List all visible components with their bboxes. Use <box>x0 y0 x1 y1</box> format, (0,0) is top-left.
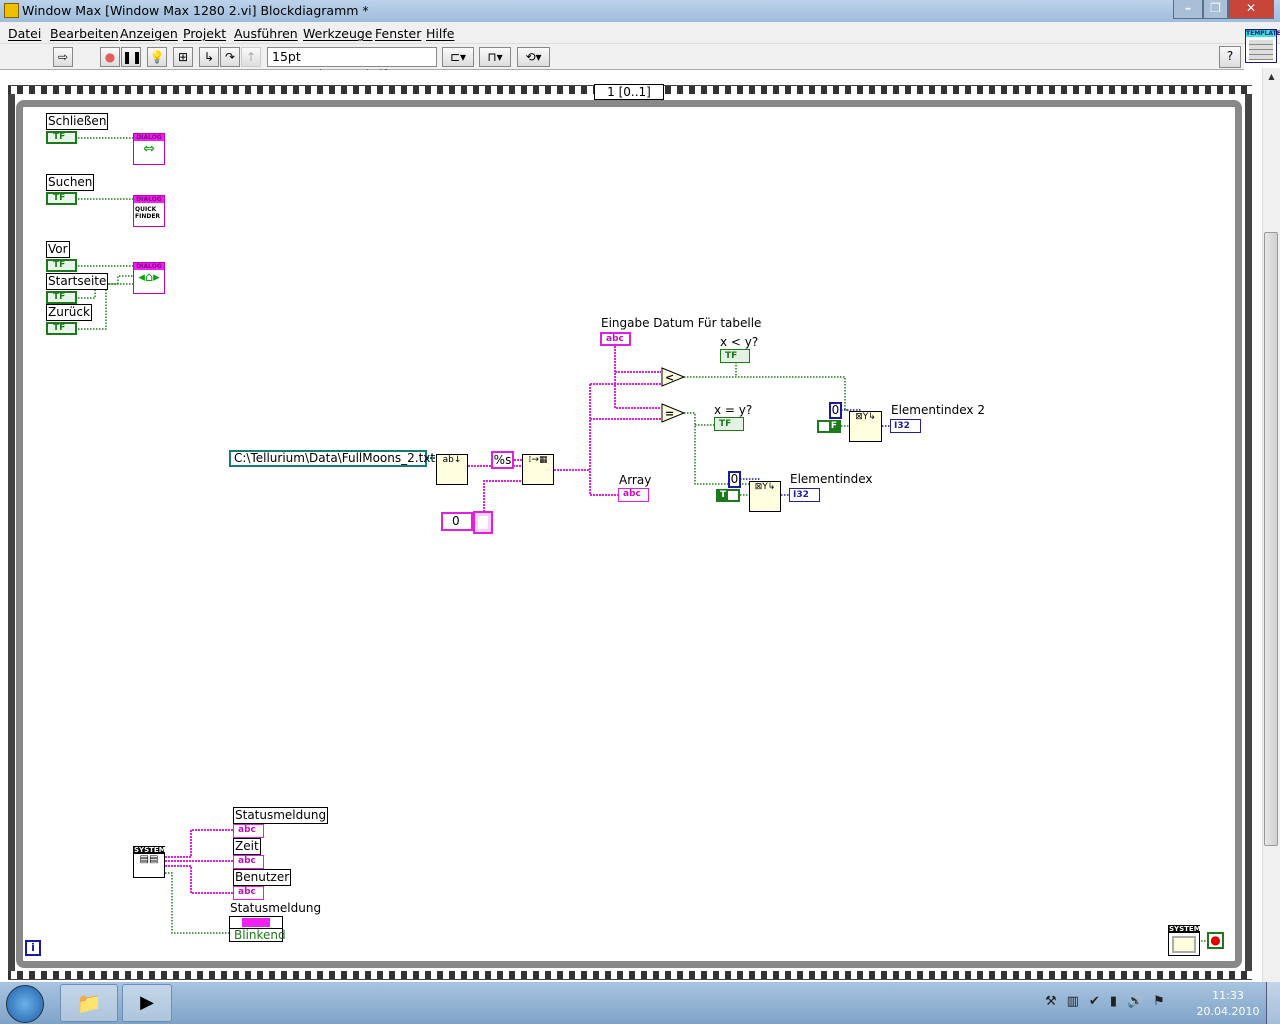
array-label: Array <box>619 473 652 487</box>
true-constant[interactable]: T <box>716 489 740 502</box>
clock-date[interactable]: 20.04.2010 <box>1196 1005 1260 1018</box>
scroll-up-icon[interactable]: ▲ <box>1263 72 1280 81</box>
zeit-terminal[interactable]: abc <box>233 855 264 869</box>
quick-finder-text: QUICK FINDER <box>135 206 161 220</box>
wires <box>78 137 1207 942</box>
startseite-terminal[interactable]: TF <box>46 291 77 304</box>
benutzer-label: Benutzer <box>233 869 292 886</box>
less-than-label: x < y? <box>720 335 759 349</box>
explorer-taskbar-icon[interactable]: 📁 <box>60 984 118 1022</box>
dialog-home-navigation-icon[interactable]: DIALOG ◂⌂▸ <box>133 262 165 294</box>
search-1d-array-icon-2[interactable]: ⊠Y↳ <box>849 411 882 442</box>
zeit-label: Zeit <box>233 838 261 855</box>
statusmeldung-label: Statusmeldung <box>233 807 329 824</box>
start-button[interactable] <box>6 985 44 1023</box>
equal-indicator[interactable]: TF <box>714 417 744 431</box>
statusmeldung-property-label: Statusmeldung <box>230 901 322 915</box>
start-index-constant-2[interactable]: 0 <box>829 402 842 419</box>
spreadsheet-to-array-icon[interactable]: ⁞→▦ <box>522 454 554 485</box>
less-than-indicator[interactable]: TF <box>720 349 750 363</box>
elementindex-2-indicator[interactable]: I32 <box>890 419 921 433</box>
schliessen-terminal[interactable]: TF <box>46 131 77 144</box>
eingabe-datum-terminal[interactable]: abc <box>600 332 631 346</box>
schliessen-label: Schließen <box>46 113 109 130</box>
format-constant[interactable]: %s <box>491 451 514 469</box>
read-text-file-icon[interactable]: ab↓ <box>436 454 468 485</box>
loop-stop-condition[interactable]: ● <box>1207 932 1224 949</box>
numeric-constant[interactable]: 0 <box>441 512 473 531</box>
statusmeldung-terminal[interactable]: abc <box>233 824 264 838</box>
equal-label: x = y? <box>714 403 753 417</box>
tray-icons[interactable]: ⚒▥✔▮🔊⚑ <box>1045 994 1175 1009</box>
dialog-tag: DIALOG <box>134 196 164 203</box>
equal-op: = <box>665 407 674 420</box>
elementindex-label: Elementindex <box>790 472 873 486</box>
system-tag: SYSTEM <box>134 846 166 854</box>
dialog-tag: DIALOG <box>134 134 164 141</box>
taskbar: 📁 ▶ ⚒▥✔▮🔊⚑ 11:33 20.04.2010 <box>0 982 1280 1024</box>
elementindex-2-label: Elementindex 2 <box>891 403 985 417</box>
array-indicator[interactable]: abc <box>618 488 649 502</box>
zurueck-label: Zurück <box>46 304 92 321</box>
zurueck-terminal[interactable]: TF <box>46 322 77 335</box>
suchen-label: Suchen <box>46 174 95 191</box>
system-status-icon[interactable]: SYSTEM ▤▤ <box>133 846 166 878</box>
blinkend-property[interactable]: Blinkend <box>230 928 286 942</box>
path-constant[interactable]: C:\Tellurium\Data\FullMoons_2.txt <box>229 450 435 467</box>
benutzer-terminal[interactable]: abc <box>233 886 264 900</box>
less-op: < <box>665 371 674 384</box>
dialog-close-icon[interactable]: DIALOG ⇔ <box>133 133 165 165</box>
vor-label: Vor <box>46 241 70 258</box>
array-constant[interactable] <box>473 511 493 534</box>
false-constant[interactable]: F <box>817 420 841 433</box>
dialog-quick-finder-icon[interactable]: DIALOG QUICK FINDER <box>133 195 165 227</box>
loop-iteration-terminal[interactable]: i <box>25 940 41 956</box>
eingabe-datum-label: Eingabe Datum Für tabelle <box>601 316 762 330</box>
clock-time[interactable]: 11:33 <box>1200 989 1256 1002</box>
search-1d-array-icon[interactable]: ⊠Y↳ <box>749 481 781 512</box>
system-tag: SYSTEM <box>1169 925 1201 933</box>
property-node[interactable]: Blinkend <box>229 916 286 942</box>
less-than-node[interactable]: < <box>661 367 685 387</box>
show-desktop-button[interactable] <box>1266 982 1280 1024</box>
suchen-terminal[interactable]: TF <box>46 192 77 205</box>
dialog-tag: DIALOG <box>134 263 164 270</box>
property-node-header <box>242 918 270 927</box>
vor-terminal[interactable]: TF <box>46 259 77 272</box>
labview-taskbar-icon[interactable]: ▶ <box>122 984 172 1022</box>
system-stop-icon[interactable]: SYSTEM <box>1168 925 1201 956</box>
equal-node[interactable]: = <box>661 403 685 423</box>
elementindex-indicator[interactable]: I32 <box>789 488 820 502</box>
scrollbar-thumb[interactable] <box>1264 232 1278 846</box>
startseite-label: Startseite <box>46 273 109 290</box>
start-index-constant[interactable]: 0 <box>728 471 741 488</box>
